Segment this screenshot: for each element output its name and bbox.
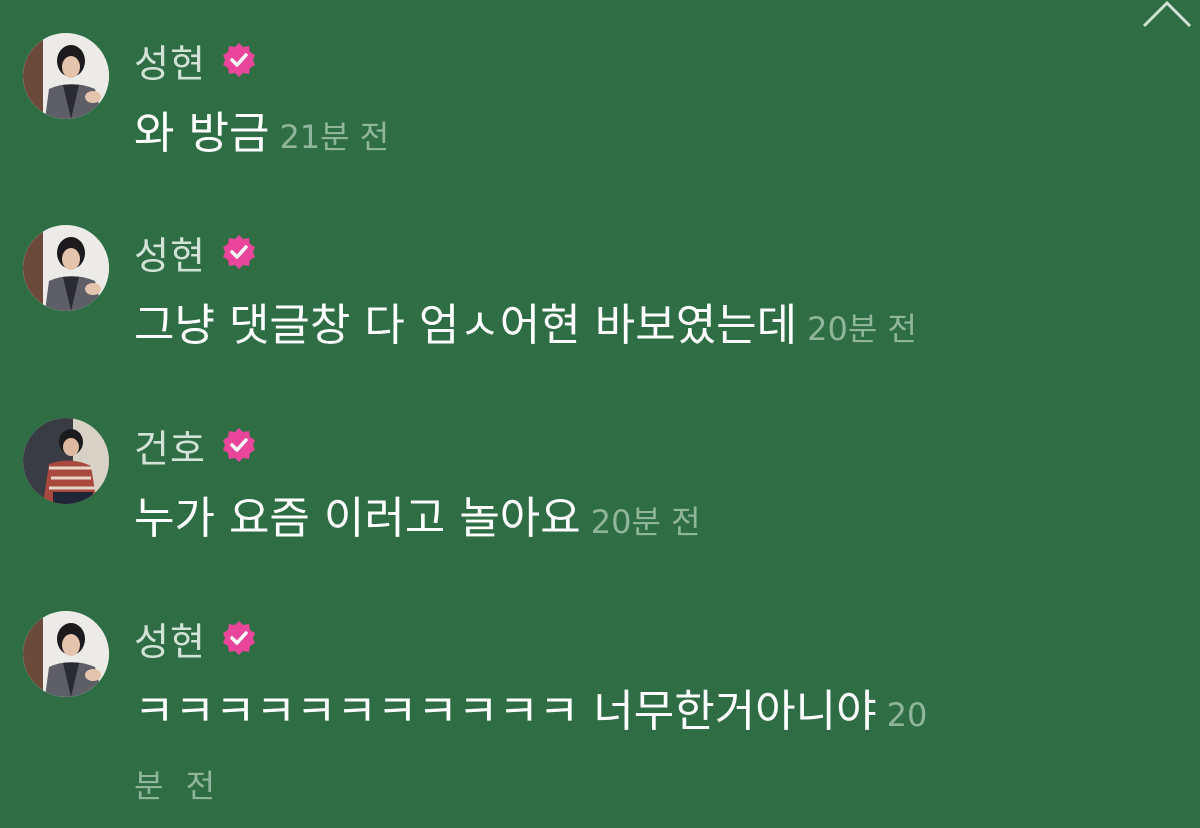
verified-badge-icon xyxy=(220,426,258,464)
verified-badge-icon xyxy=(220,619,258,657)
timestamp: 21분 전 xyxy=(279,118,390,156)
profile-photo-sunghyun-icon xyxy=(23,33,109,119)
timestamp: 20분 전 xyxy=(590,503,701,541)
avatar[interactable] xyxy=(23,225,109,311)
comment-text-line: 누가 요즘 이러고 놀아요 20분 전 xyxy=(134,490,701,551)
profile-photo-geonho-icon xyxy=(23,418,109,504)
timestamp: 20분 전 xyxy=(807,310,917,348)
avatar[interactable] xyxy=(23,418,109,504)
profile-photo-sunghyun-icon xyxy=(23,611,109,697)
avatar[interactable] xyxy=(23,33,109,119)
collapse-button[interactable] xyxy=(1140,0,1194,30)
author-name[interactable]: 성현 xyxy=(134,33,206,88)
comment-text: 와 방금 xyxy=(134,108,270,159)
comment-text-line: 그냥 댓글창 다 엄ㅅ어현 바보였는데 20분 전 xyxy=(134,297,917,358)
timestamp: 20 xyxy=(886,696,928,734)
author-name[interactable]: 성현 xyxy=(134,225,206,280)
verified-badge-icon xyxy=(220,41,258,79)
comment-text: 그냥 댓글창 다 엄ㅅ어현 바보였는데 xyxy=(134,300,798,351)
avatar[interactable] xyxy=(23,611,109,697)
profile-photo-sunghyun-icon xyxy=(23,225,109,311)
verified-badge-icon xyxy=(220,233,258,271)
chevron-up-icon xyxy=(1142,0,1192,28)
author-name[interactable]: 건호 xyxy=(134,418,206,473)
author-name[interactable]: 성현 xyxy=(134,611,206,666)
comment-text: 누가 요즘 이러고 놀아요 xyxy=(134,493,581,544)
comment-text-line: ㅋㅋㅋㅋㅋㅋㅋㅋㅋㅋㅋ 너무한거아니야 20 xyxy=(134,683,927,744)
comment-text: ㅋㅋㅋㅋㅋㅋㅋㅋㅋㅋㅋ 너무한거아니야 xyxy=(134,686,877,737)
comment-text-line: 와 방금 21분 전 xyxy=(134,105,389,166)
timestamp-continued: 분 전 xyxy=(134,767,222,805)
